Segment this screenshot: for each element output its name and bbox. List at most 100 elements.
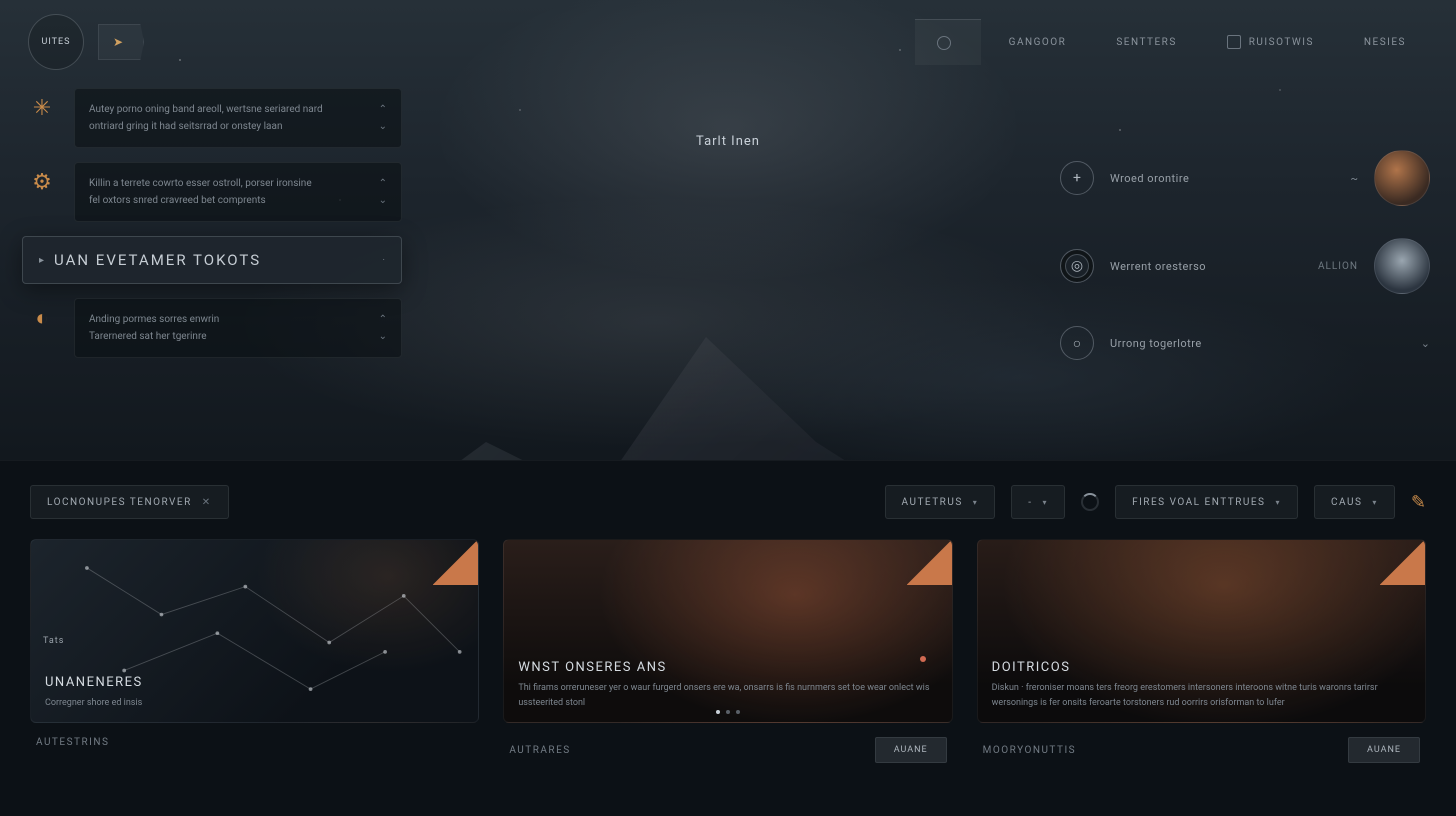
chevron-down-icon[interactable]: ⌄ <box>379 328 387 345</box>
wave-toggle-icon[interactable]: ~ <box>1351 172 1358 185</box>
brush-icon[interactable]: ✎ <box>1411 492 1426 513</box>
filter-dd-1[interactable]: AUTETRUS ▾ <box>885 485 996 519</box>
card-2: DOITRICOS Diskun · freroniser moans ters… <box>977 539 1426 763</box>
loading-spinner-icon <box>1081 493 1099 511</box>
chevron-up-icon[interactable]: ⌃ <box>379 311 387 328</box>
spring-icon: ⚙ <box>22 162 62 202</box>
filter-dd-2[interactable]: - ▾ <box>1011 485 1065 519</box>
card-0: Tats UNANENERES Corregner shore ed insis… <box>30 539 479 763</box>
breadcrumb-chip[interactable]: ➤ <box>98 24 144 60</box>
square-icon <box>1227 35 1241 49</box>
sidebar-card-body[interactable]: Killin a terrete cowrto esser ostroll, p… <box>74 162 402 222</box>
card-overlay: WNST ONSERES ANS Thi firams orreruneser … <box>518 660 937 710</box>
chevron-up-icon[interactable]: ⌃ <box>379 101 387 118</box>
caret-down-icon: ▾ <box>973 498 979 507</box>
card-footer: AUTRARES AUANE <box>503 723 952 763</box>
spark-icon: ✳ <box>22 88 62 128</box>
circle-icon <box>937 36 951 50</box>
chevron-down-icon[interactable]: ⌄ <box>1421 337 1430 350</box>
arrow-icon: ➤ <box>113 35 123 49</box>
right-item-label: Wroed orontire <box>1110 172 1335 185</box>
nav-item-label: NESIES <box>1364 37 1406 48</box>
card-title: WNST ONSERES ANS <box>518 660 937 675</box>
circle-icon[interactable]: ○ <box>1060 326 1094 360</box>
nav-item-4[interactable]: NESIES <box>1342 19 1428 65</box>
card-subtitle: Thi firams orreruneser yer o waur furger… <box>518 681 937 710</box>
filter-dd-4[interactable]: CAUS ▾ <box>1314 485 1395 519</box>
sidebar-card-0: ✳ Autey porno oning band areoll, wertsne… <box>22 88 402 148</box>
caret-down-icon: ▾ <box>1043 498 1049 507</box>
nav-left: UITES ➤ <box>28 14 144 70</box>
dd-label: FIRES VOAL ENTTRUES <box>1132 497 1265 508</box>
card-side-tag: Tats <box>43 636 64 646</box>
hero-center-label: Tarlt Inen <box>696 134 760 149</box>
nav-item-1[interactable]: GANGOOR <box>987 19 1089 65</box>
nav-item-3[interactable]: RUISOTWIS <box>1205 19 1336 65</box>
nav-item-label: RUISOTWIS <box>1249 37 1314 48</box>
chip-label: LOCNONUPES TENORVER <box>47 497 192 508</box>
sidebar-card-line2: fel oxtors snred cravreed bet comprents <box>89 192 266 209</box>
sidebar-card-2: ◐ Anding pormes sorres enwrin ⌃ Tarerner… <box>22 298 402 358</box>
nav-item-label: SENTTERS <box>1116 37 1176 48</box>
filter-bar: LOCNONUPES TENORVER ✕ AUTETRUS ▾ - ▾ FIR… <box>30 485 1426 519</box>
featured-title: UAN EVETAMER TOKOTS <box>54 251 372 269</box>
dd-label: - <box>1028 497 1032 508</box>
card-footer: MOORYONUTTIS AUANE <box>977 723 1426 763</box>
logo-label: UITES <box>42 37 71 47</box>
sidebar-card-line1: Autey porno oning band areoll, wertsne s… <box>89 101 323 118</box>
card-foot-label: AUTRARES <box>509 745 570 756</box>
logo-button[interactable]: UITES <box>28 14 84 70</box>
sidebar-card-line2: Tarernered sat her tgerinre <box>89 328 207 345</box>
target-icon[interactable]: ◎ <box>1060 249 1094 283</box>
card-1: WNST ONSERES ANS Thi firams orreruneser … <box>503 539 952 763</box>
corner-badge <box>907 539 953 585</box>
card-image[interactable]: WNST ONSERES ANS Thi firams orreruneser … <box>503 539 952 723</box>
sidebar-featured[interactable]: ▸ UAN EVETAMER TOKOTS · <box>22 236 402 284</box>
nav-right: GANGOOR SENTTERS RUISOTWIS NESIES <box>915 19 1428 65</box>
card-overlay: UNANENERES Corregner shore ed insis <box>45 675 464 710</box>
right-item-label: Urrong togerlotre <box>1110 337 1405 350</box>
bubble-icon: ◐ <box>22 298 62 338</box>
sidebar-card-line1: Anding pormes sorres enwrin <box>89 311 219 328</box>
dd-label: AUTETRUS <box>902 497 963 508</box>
card-image[interactable]: DOITRICOS Diskun · freroniser moans ters… <box>977 539 1426 723</box>
right-item-tag: ALLION <box>1318 261 1358 272</box>
card-action-button[interactable]: AUANE <box>1348 737 1420 763</box>
chevron-up-icon[interactable]: ⌃ <box>379 175 387 192</box>
avatar-thumb[interactable] <box>1374 238 1430 294</box>
lower-section: LOCNONUPES TENORVER ✕ AUTETRUS ▾ - ▾ FIR… <box>0 460 1456 816</box>
card-foot-label: AUTESTRINS <box>36 737 109 748</box>
sidebar: ✳ Autey porno oning band areoll, wertsne… <box>22 88 402 358</box>
sidebar-card-body[interactable]: Autey porno oning band areoll, wertsne s… <box>74 88 402 148</box>
nav-item-label: GANGOOR <box>1009 37 1067 48</box>
card-image[interactable]: Tats UNANENERES Corregner shore ed insis <box>30 539 479 723</box>
active-tag-chip[interactable]: LOCNONUPES TENORVER ✕ <box>30 485 229 519</box>
sidebar-card-1: ⚙ Killin a terrete cowrto esser ostroll,… <box>22 162 402 222</box>
card-footer: AUTESTRINS <box>30 723 479 748</box>
sidebar-card-body[interactable]: Anding pormes sorres enwrin ⌃ Tarernered… <box>74 298 402 358</box>
right-item-1: ◎ Werrent oresterso ALLION <box>1060 238 1430 294</box>
pager-dots[interactable] <box>716 710 740 714</box>
nav-item-2[interactable]: SENTTERS <box>1094 19 1198 65</box>
chevron-down-icon[interactable]: ⌄ <box>379 118 387 135</box>
card-subtitle: Corregner shore ed insis <box>45 696 464 710</box>
cards-row: Tats UNANENERES Corregner shore ed insis… <box>30 539 1426 763</box>
caret-down-icon: ▾ <box>1372 498 1378 507</box>
close-icon[interactable]: ✕ <box>202 497 212 508</box>
plus-icon[interactable]: + <box>1060 161 1094 195</box>
caret-down-icon: ▾ <box>1276 498 1282 507</box>
card-overlay: DOITRICOS Diskun · freroniser moans ters… <box>992 660 1411 710</box>
card-title: UNANENERES <box>45 675 464 690</box>
sidebar-card-line2: ontriard gring it had seitsrrad or onste… <box>89 118 282 135</box>
chevron-down-icon[interactable]: ⌄ <box>379 192 387 209</box>
card-subtitle: Diskun · freroniser moans ters freorg er… <box>992 681 1411 710</box>
right-item-2: ○ Urrong togerlotre ⌄ <box>1060 326 1430 360</box>
nav-item-0[interactable] <box>915 19 981 65</box>
chevron-right-icon: · <box>382 255 385 266</box>
filter-dd-3[interactable]: FIRES VOAL ENTTRUES ▾ <box>1115 485 1298 519</box>
play-icon: ▸ <box>39 255 44 266</box>
card-action-button[interactable]: AUANE <box>875 737 947 763</box>
sidebar-card-line1: Killin a terrete cowrto esser ostroll, p… <box>89 175 312 192</box>
avatar-thumb[interactable] <box>1374 150 1430 206</box>
right-item-label: Werrent oresterso <box>1110 260 1302 273</box>
